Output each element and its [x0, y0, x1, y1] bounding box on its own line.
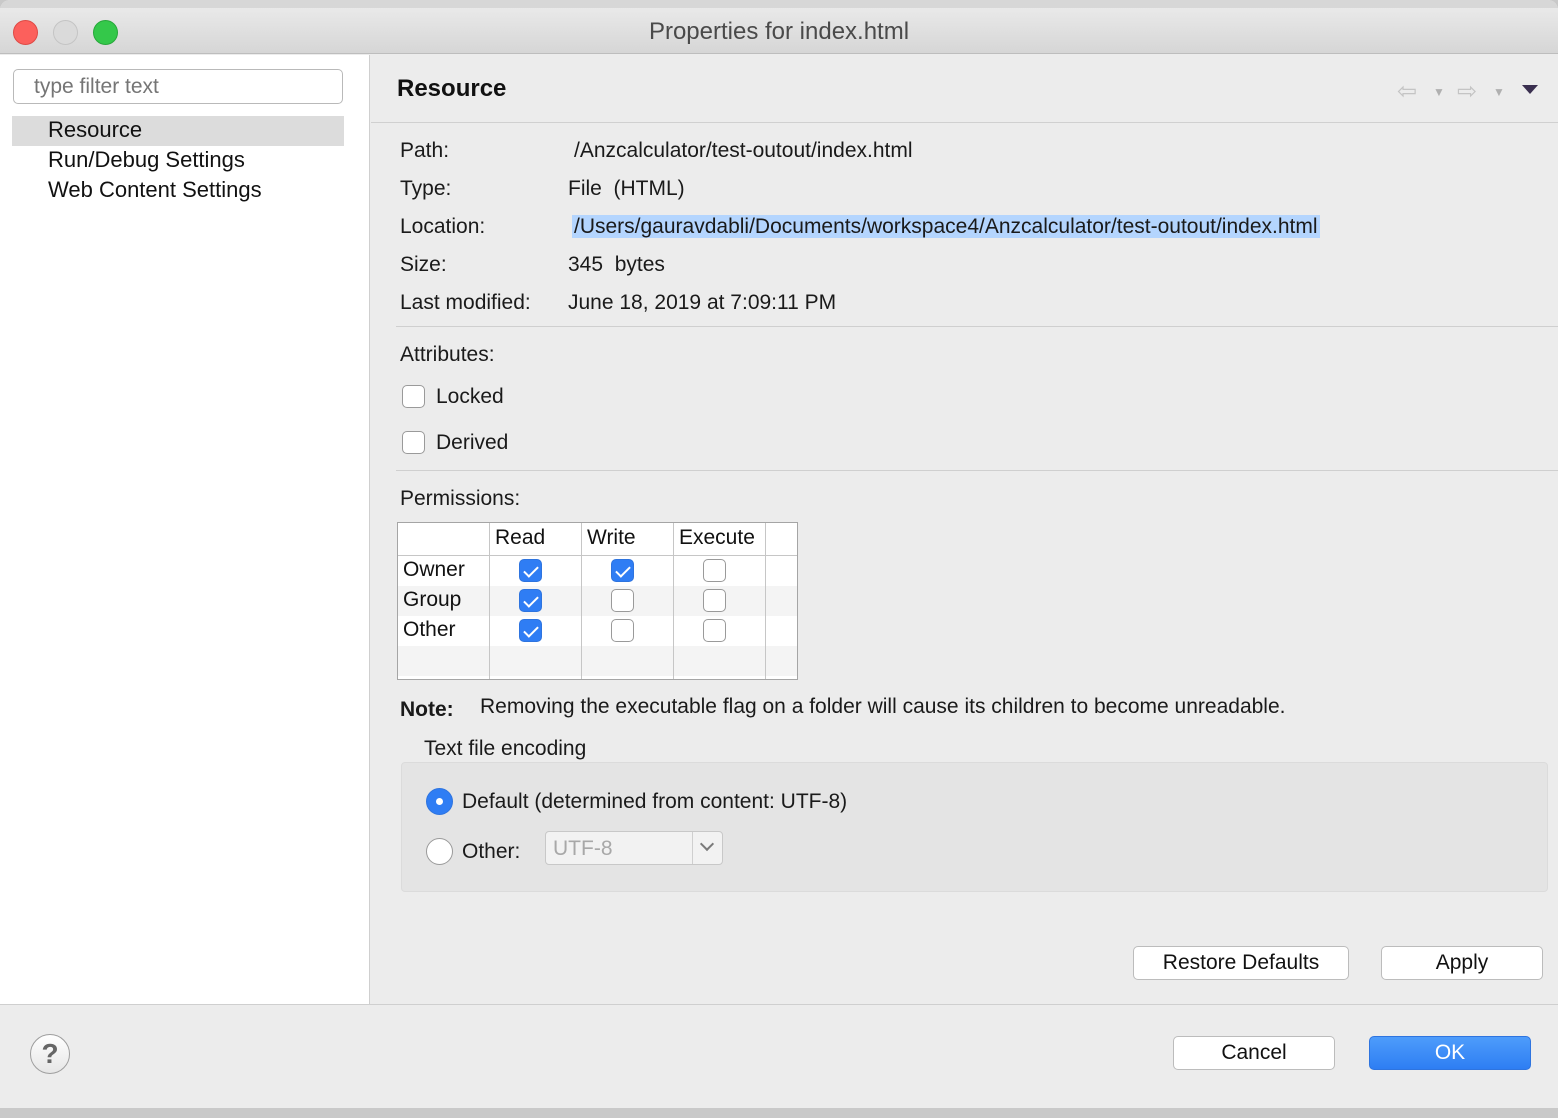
footer-divider	[0, 1004, 1558, 1005]
group-write-checkbox[interactable]	[611, 589, 634, 612]
title-bar: Properties for index.html	[0, 8, 1558, 54]
restore-defaults-button[interactable]: Restore Defaults	[1133, 946, 1349, 980]
permissions-table: Read Write Execute Owner Group Other	[397, 522, 798, 680]
ok-button[interactable]: OK	[1369, 1036, 1531, 1070]
other-encoding-radio[interactable]	[426, 838, 453, 865]
cancel-button[interactable]: Cancel	[1173, 1036, 1335, 1070]
column-divider	[489, 523, 490, 679]
nav-list: Resource Run/Debug Settings Web Content …	[12, 116, 344, 206]
row-label-group: Group	[403, 588, 462, 611]
default-encoding-radio[interactable]	[426, 788, 453, 815]
other-execute-checkbox[interactable]	[703, 619, 726, 642]
path-value: /Anzcalculator/test-outout/index.html	[574, 139, 913, 162]
path-label: Path:	[400, 139, 450, 162]
locked-label[interactable]: Locked	[436, 385, 504, 409]
encoding-select-value: UTF-8	[553, 837, 613, 860]
window-title: Properties for index.html	[648, 18, 910, 45]
header-divider	[371, 122, 1558, 123]
type-label: Type:	[400, 177, 452, 200]
encoding-group: Default (determined from content: UTF-8)…	[401, 762, 1548, 892]
resource-page: Resource ⇦ ▼ ⇨ ▼ Path: /Anzcalculator/te…	[371, 55, 1558, 1005]
column-header-execute: Execute	[679, 526, 755, 549]
info-divider	[396, 326, 1558, 327]
nav-item-resource[interactable]: Resource	[12, 116, 344, 146]
note-label: Note:	[400, 698, 454, 721]
group-read-checkbox[interactable]	[519, 589, 542, 612]
size-value: 345 bytes	[568, 253, 665, 276]
owner-write-checkbox[interactable]	[611, 559, 634, 582]
derived-label[interactable]: Derived	[436, 431, 508, 455]
back-dropdown-icon[interactable]: ▼	[1433, 85, 1445, 99]
window-top-edge	[0, 0, 1558, 8]
default-encoding-label[interactable]: Default (determined from content: UTF-8)	[462, 790, 847, 814]
location-label: Location:	[400, 215, 486, 238]
page-title: Resource	[397, 75, 507, 102]
location-value[interactable]: /Users/gauravdabli/Documents/workspace4/…	[572, 215, 1320, 238]
properties-dialog: Properties for index.html Resource Run/D…	[0, 0, 1558, 1108]
nav-item-web-content-settings[interactable]: Web Content Settings	[12, 176, 344, 206]
help-icon[interactable]: ?	[30, 1034, 70, 1074]
column-divider	[673, 523, 674, 679]
group-execute-checkbox[interactable]	[703, 589, 726, 612]
last-modified-label: Last modified:	[400, 291, 531, 314]
nav-item-run-debug-settings[interactable]: Run/Debug Settings	[12, 146, 344, 176]
forward-dropdown-icon[interactable]: ▼	[1493, 85, 1505, 99]
last-modified-value: June 18, 2019 at 7:09:11 PM	[568, 291, 837, 314]
properties-nav: Resource Run/Debug Settings Web Content …	[0, 55, 370, 1005]
chevron-down-icon	[699, 836, 715, 852]
filter-input[interactable]	[13, 69, 343, 104]
other-write-checkbox[interactable]	[611, 619, 634, 642]
select-divider	[692, 832, 693, 864]
column-divider	[765, 523, 766, 679]
type-value: File (HTML)	[568, 177, 685, 200]
note-text: Removing the executable flag on a folder…	[480, 695, 1286, 718]
attributes-divider	[396, 470, 1558, 471]
attributes-heading: Attributes:	[400, 343, 495, 366]
row-stripe	[398, 646, 797, 676]
view-menu-icon[interactable]	[1522, 85, 1538, 94]
row-label-other: Other	[403, 618, 456, 641]
row-label-owner: Owner	[403, 558, 465, 581]
encoding-select[interactable]: UTF-8	[545, 831, 723, 865]
encoding-heading: Text file encoding	[424, 737, 587, 760]
other-encoding-label[interactable]: Other:	[462, 840, 520, 864]
other-read-checkbox[interactable]	[519, 619, 542, 642]
column-header-read: Read	[495, 526, 546, 549]
permissions-heading: Permissions:	[400, 487, 521, 510]
owner-execute-checkbox[interactable]	[703, 559, 726, 582]
column-divider	[581, 523, 582, 679]
derived-checkbox[interactable]	[402, 431, 425, 454]
forward-arrow-icon[interactable]: ⇨	[1457, 77, 1477, 106]
column-header-write: Write	[587, 526, 636, 549]
size-label: Size:	[400, 253, 447, 276]
apply-button[interactable]: Apply	[1381, 946, 1543, 980]
back-arrow-icon[interactable]: ⇦	[1397, 77, 1417, 106]
locked-checkbox[interactable]	[402, 385, 425, 408]
owner-read-checkbox[interactable]	[519, 559, 542, 582]
header-divider	[398, 555, 797, 556]
